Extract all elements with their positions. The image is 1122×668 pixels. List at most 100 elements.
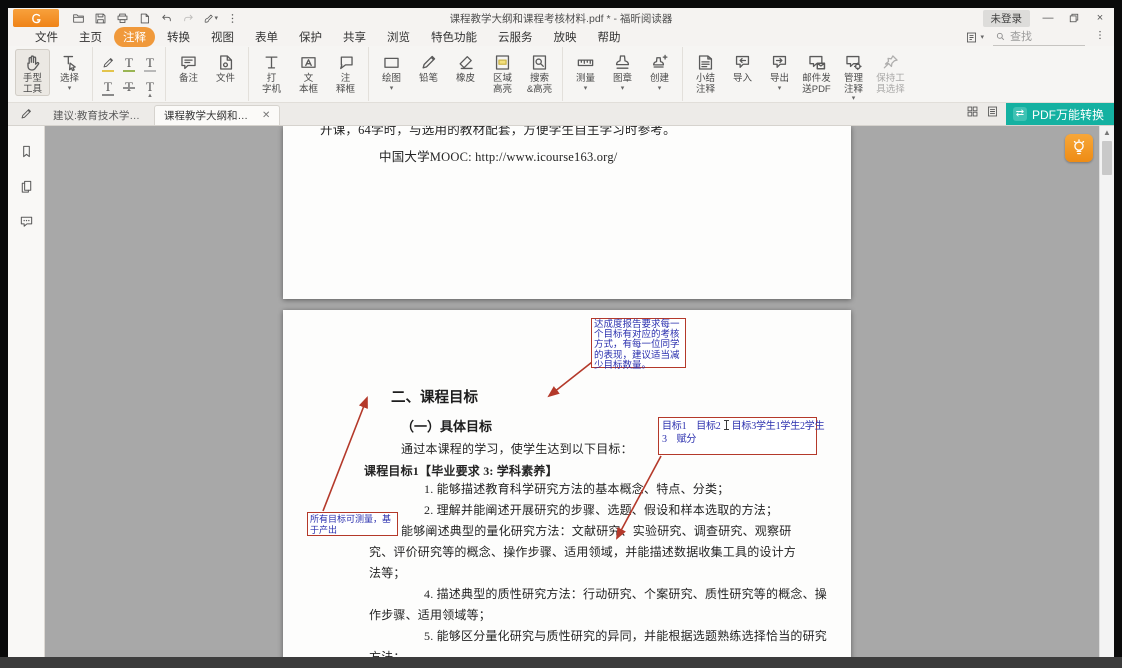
open-icon[interactable] xyxy=(71,11,86,26)
callout-annotation-left[interactable]: 所有目标可测量，基于产出 xyxy=(307,512,398,536)
email-pdf-tool[interactable]: 邮件发送PDF xyxy=(799,49,834,96)
tool-label: 保持工具选择 xyxy=(876,74,905,95)
callout-annotation-top[interactable]: 达成度报告要求每一个目标有对应的考核方式，有每一位同学的表现，建议适当减少目标数… xyxy=(591,318,686,368)
tool-label: 备注 xyxy=(179,74,198,85)
note-tool[interactable]: 备注 xyxy=(171,49,206,86)
page1-text-line-2: 中国大学MOOC: http://www.icourse163.org/ xyxy=(379,146,617,165)
scroll-up-arrow[interactable]: ▲ xyxy=(1100,126,1114,139)
select-tool[interactable]: 选择▾ xyxy=(52,49,87,93)
underline-text-tool[interactable]: T xyxy=(98,76,118,99)
export-comments-tool[interactable]: 导出▾ xyxy=(762,49,797,93)
pdf-convert-button[interactable]: ⇄ PDF万能转换 xyxy=(1006,103,1114,125)
menu-item-11[interactable]: 放映 xyxy=(545,27,586,47)
tab-close-icon[interactable]: ✕ xyxy=(262,110,270,121)
ribbon-group: 测量▾图章▾创建▾ xyxy=(563,47,683,101)
pencil-icon xyxy=(419,51,438,74)
menu-item-1[interactable]: 主页 xyxy=(70,27,111,47)
search-input[interactable]: 查找 xyxy=(993,28,1085,46)
chevron-down-icon: ▾ xyxy=(852,95,856,102)
strikeout-text-tool[interactable]: T xyxy=(119,76,139,99)
manage-comments-tool[interactable]: 管理注释▾ xyxy=(836,49,871,103)
tool-label: 文本框 xyxy=(299,74,318,95)
callout-icon xyxy=(336,51,355,74)
insert-text-tool[interactable]: T▲ xyxy=(140,76,160,99)
objective-title-line: 课程目标1【毕业要求 3: 学科素养】 xyxy=(364,462,558,479)
export-icon xyxy=(770,51,789,74)
customize-icon[interactable] xyxy=(225,11,240,26)
scrollbar-thumb[interactable] xyxy=(1102,141,1112,175)
menu-item-0[interactable]: 文件 xyxy=(26,27,67,47)
attach-icon xyxy=(216,51,235,74)
new-page-icon[interactable] xyxy=(137,11,152,26)
eraser-icon xyxy=(456,51,475,74)
file-attach-tool[interactable]: 文件 xyxy=(208,49,243,86)
close-button[interactable]: × xyxy=(1092,11,1108,25)
replace-text-tool[interactable]: T xyxy=(140,52,160,75)
undo-icon[interactable] xyxy=(159,11,174,26)
subsection-heading: （一）具体目标 xyxy=(401,416,492,435)
hand-tool[interactable]: 手型工具 xyxy=(15,49,50,96)
area-highlight-tool[interactable]: 区域高亮 xyxy=(485,49,520,96)
document-tab-2[interactable]: 课程教学大纲和课程考核...✕ xyxy=(154,105,280,125)
callout-annotation-right[interactable]: 目标1 目标2目标3学生1学生2学生 3 赋分 xyxy=(658,417,817,455)
workspace: 开课，64学时，与选用的教材配套，方便学生自主学习时参考。中国大学MOOC: h… xyxy=(8,126,1114,657)
typewriter-icon xyxy=(262,51,281,74)
squiggly-text-tool[interactable]: T xyxy=(119,52,139,75)
page2-body-line-8: 5. 能够区分量化研究与质性研究的异同，并能根据选题熟练选择恰当的研究 xyxy=(424,627,827,644)
summarize-comments-tool[interactable]: 小结注释 xyxy=(688,49,723,96)
quick-access-toolbar: ▾ xyxy=(71,11,240,26)
bookmark-icon[interactable] xyxy=(17,142,35,160)
login-status-badge[interactable]: 未登录 xyxy=(983,10,1031,27)
highlight-text-tool[interactable] xyxy=(98,52,118,75)
create-stamp-tool[interactable]: 创建▾ xyxy=(642,49,677,93)
menu-item-3[interactable]: 转换 xyxy=(158,27,199,47)
import-comments-tool[interactable]: 导入 xyxy=(725,49,760,86)
document-tab-1[interactable]: 建议:教育技术学专业人... xyxy=(44,106,154,125)
draw-tool[interactable]: 绘图▾ xyxy=(374,49,409,93)
search-highlight-tool[interactable]: 搜索&高亮 xyxy=(522,49,557,96)
page-list-icon[interactable] xyxy=(986,105,999,123)
callout-tool[interactable]: 注释框 xyxy=(328,49,363,96)
assistant-lightbulb-button[interactable] xyxy=(1065,134,1093,162)
grid-view-icon[interactable] xyxy=(966,105,979,123)
menu-item-6[interactable]: 保护 xyxy=(290,27,331,47)
stamp-tool[interactable]: 图章▾ xyxy=(605,49,640,93)
print-icon[interactable] xyxy=(115,11,130,26)
pencil-tool[interactable]: 铅笔 xyxy=(411,49,446,86)
ribbon-group: 备注文件 xyxy=(166,47,249,101)
document-view[interactable]: 开课，64学时，与选用的教材配套，方便学生自主学习时参考。中国大学MOOC: h… xyxy=(45,126,1114,657)
tool-label: 图章 xyxy=(613,74,632,85)
minimize-button[interactable]: — xyxy=(1040,11,1056,25)
page-thumbnails-icon[interactable] xyxy=(17,177,35,195)
app-logo-icon[interactable] xyxy=(13,9,59,27)
chevron-down-icon: ▾ xyxy=(621,85,625,92)
menu-item-10[interactable]: 云服务 xyxy=(489,27,542,47)
ink-sign-icon[interactable]: ▾ xyxy=(203,11,218,26)
tool-label: 打字机 xyxy=(262,74,281,95)
menu-item-2[interactable]: 注释 xyxy=(114,27,155,47)
textbox-tool[interactable]: 文本框 xyxy=(291,49,326,96)
view-mode-button[interactable]: ▾ xyxy=(965,31,984,44)
intro-line: 通过本课程的学习，使学生达到以下目标： xyxy=(401,440,633,457)
redo-icon[interactable] xyxy=(181,11,196,26)
menu-item-7[interactable]: 共享 xyxy=(334,27,375,47)
more-options-button[interactable] xyxy=(1094,28,1106,46)
eraser-tool[interactable]: 橡皮 xyxy=(448,49,483,86)
save-icon[interactable] xyxy=(93,11,108,26)
menu-item-12[interactable]: 帮助 xyxy=(589,27,630,47)
chevron-down-icon: ▾ xyxy=(980,34,984,41)
vertical-scrollbar[interactable]: ▲ xyxy=(1099,126,1114,657)
text-cursor xyxy=(726,420,727,430)
page1-text-line-1: 开课，64学时，与选用的教材配套，方便学生自主学习时参考。 xyxy=(320,126,676,138)
menu-item-4[interactable]: 视图 xyxy=(202,27,243,47)
tool-label: 创建 xyxy=(650,74,669,85)
menu-item-8[interactable]: 浏览 xyxy=(378,27,419,47)
page2-body-line-6: 4. 描述典型的质性研究方法：行动研究、个案研究、质性研究等的概念、操 xyxy=(424,585,827,602)
menu-item-5[interactable]: 表单 xyxy=(246,27,287,47)
comments-icon[interactable] xyxy=(17,212,35,230)
restore-button[interactable] xyxy=(1066,11,1082,25)
measure-tool[interactable]: 测量▾ xyxy=(568,49,603,93)
typewriter-tool[interactable]: 打字机 xyxy=(254,49,289,96)
annotate-quill-icon[interactable] xyxy=(8,103,44,125)
menu-item-9[interactable]: 特色功能 xyxy=(422,27,486,47)
